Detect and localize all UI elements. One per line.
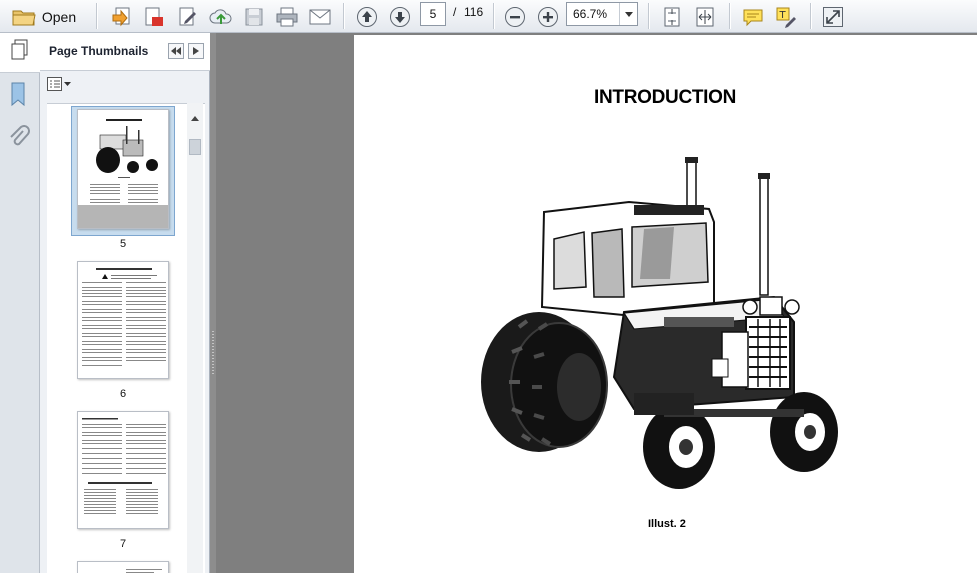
bookmark-icon[interactable] bbox=[9, 81, 29, 112]
list-options-icon bbox=[47, 76, 73, 96]
thumbnail-options-button[interactable] bbox=[47, 76, 73, 96]
thumbnail-label-7: 7 bbox=[119, 538, 127, 550]
thumbnail-scrollbar[interactable] bbox=[187, 103, 203, 573]
edit-pdf-icon[interactable] bbox=[175, 4, 201, 29]
thumbnail-8-content bbox=[126, 569, 162, 573]
chevron-down-icon[interactable] bbox=[619, 3, 637, 25]
thumbnail-page-6[interactable] bbox=[77, 261, 169, 379]
thumbnail-label-5: 5 bbox=[119, 238, 127, 250]
comment-icon[interactable] bbox=[740, 4, 766, 29]
svg-text:T: T bbox=[779, 10, 787, 21]
pages-icon bbox=[10, 39, 30, 66]
panel-header: Page Thumbnails bbox=[40, 33, 210, 71]
expand-icon[interactable] bbox=[820, 4, 846, 29]
attachment-icon[interactable] bbox=[8, 125, 30, 156]
tractor-illustration bbox=[474, 147, 864, 507]
thumbnail-5-content bbox=[90, 119, 158, 203]
highlight-text-icon[interactable]: T bbox=[773, 4, 799, 29]
thumbnail-list: 5 6 7 bbox=[47, 103, 205, 573]
print-icon[interactable] bbox=[274, 4, 300, 29]
page-total: 116 bbox=[464, 5, 484, 19]
thumbnail-page-7[interactable] bbox=[77, 411, 169, 529]
folder-icon bbox=[12, 7, 36, 27]
fit-page-icon[interactable] bbox=[659, 4, 685, 29]
expand-panel-button[interactable] bbox=[188, 43, 204, 59]
next-page-icon[interactable] bbox=[387, 4, 413, 29]
fit-width-icon[interactable] bbox=[692, 4, 718, 29]
document-page: INTRODUCTION Illust. 2 bbox=[354, 35, 977, 575]
thumbnail-7-content bbox=[82, 418, 166, 514]
page-number-input[interactable]: 5 bbox=[420, 2, 446, 26]
document-viewer: INTRODUCTION Illust. 2 bbox=[216, 33, 977, 575]
navigation-rail bbox=[0, 33, 40, 573]
zoom-out-icon[interactable] bbox=[502, 4, 528, 29]
zoom-in-icon[interactable] bbox=[535, 4, 561, 29]
thumbnail-page-5[interactable] bbox=[77, 109, 169, 229]
export-pdf-icon[interactable] bbox=[141, 4, 167, 29]
thumbnail-label-6: 6 bbox=[119, 388, 127, 400]
collapse-panel-button[interactable] bbox=[168, 43, 184, 59]
previous-page-icon[interactable] bbox=[354, 4, 380, 29]
cloud-upload-icon[interactable] bbox=[208, 4, 234, 29]
main-toolbar: Open 5 / 116 66.7% T bbox=[0, 0, 977, 33]
open-label: Open bbox=[41, 8, 77, 25]
create-icon[interactable] bbox=[108, 4, 134, 29]
page-thumbnails-tab[interactable] bbox=[0, 33, 40, 73]
illustration-caption: Illust. 2 bbox=[648, 518, 686, 530]
scrollbar-thumb[interactable] bbox=[189, 139, 201, 155]
email-icon[interactable] bbox=[307, 4, 333, 29]
page-separator: / bbox=[453, 5, 457, 19]
save-icon[interactable] bbox=[241, 4, 267, 29]
page-heading: INTRODUCTION bbox=[594, 87, 737, 108]
thumbnail-6-content bbox=[82, 268, 166, 366]
open-button[interactable]: Open bbox=[8, 4, 80, 29]
scroll-up-icon[interactable] bbox=[191, 108, 199, 126]
thumbnail-page-8[interactable] bbox=[77, 561, 169, 573]
panel-title: Page Thumbnails bbox=[49, 44, 149, 58]
zoom-value: 66.7% bbox=[573, 7, 608, 21]
thumbnails-panel: Page Thumbnails 5 6 7 bbox=[40, 33, 210, 573]
zoom-select[interactable]: 66.7% bbox=[566, 2, 638, 26]
